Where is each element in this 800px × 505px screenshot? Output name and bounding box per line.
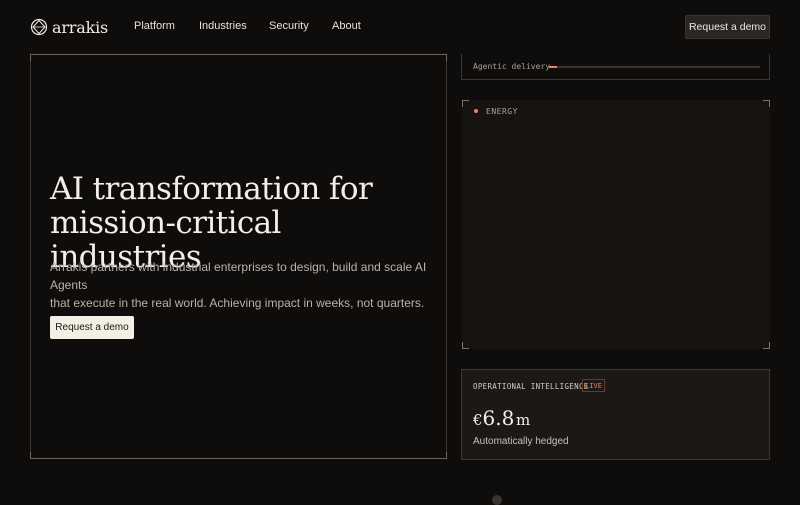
- nav-link-industries[interactable]: Industries: [199, 20, 247, 32]
- agentic-delivery-panel: Agentic delivery: [461, 54, 770, 80]
- corner-mark: [462, 100, 469, 107]
- live-badge: LIVE: [582, 379, 605, 392]
- nav-link-security[interactable]: Security: [269, 20, 309, 32]
- value-unit: m: [515, 411, 531, 429]
- logo[interactable]: arrakis: [30, 17, 108, 37]
- hedged-value: €6.8 m: [473, 406, 530, 430]
- currency-symbol: €: [473, 411, 483, 429]
- status-dot-icon: [474, 109, 478, 113]
- corner-mark: [763, 100, 770, 107]
- nav-request-demo-button[interactable]: Request a demo: [685, 15, 770, 39]
- nav-link-about[interactable]: About: [332, 20, 361, 32]
- operational-intelligence-label: OPERATIONAL INTELLIGENCE: [473, 382, 589, 391]
- top-nav: arrakis Platform Industries Security Abo…: [0, 0, 800, 52]
- arrakis-logo-icon: [30, 18, 48, 36]
- value-number: 6.8: [482, 406, 515, 430]
- operational-intelligence-card: OPERATIONAL INTELLIGENCE LIVE €6.8 m Aut…: [461, 369, 770, 460]
- hero-subtitle: Arrakis partners with industrial enterpr…: [50, 258, 440, 312]
- agentic-delivery-progress-track: [549, 66, 760, 68]
- hero-subtitle-line-2: that execute in the real world. Achievin…: [50, 296, 425, 310]
- scroll-indicator-icon: [492, 495, 502, 505]
- logo-text: arrakis: [52, 17, 108, 37]
- agentic-delivery-label: Agentic delivery: [473, 62, 551, 71]
- hero-title-line-1: AI transformation for: [50, 171, 373, 207]
- corner-mark: [763, 342, 770, 349]
- energy-label: ENERGY: [486, 107, 518, 116]
- hero-request-demo-button[interactable]: Request a demo: [50, 316, 134, 339]
- hedged-caption: Automatically hedged: [473, 436, 569, 447]
- corner-mark: [462, 342, 469, 349]
- hero-subtitle-line-1: Arrakis partners with industrial enterpr…: [50, 260, 427, 292]
- energy-panel: ENERGY: [462, 100, 770, 349]
- nav-link-platform[interactable]: Platform: [134, 20, 175, 32]
- agentic-delivery-progress-fill: [549, 66, 558, 68]
